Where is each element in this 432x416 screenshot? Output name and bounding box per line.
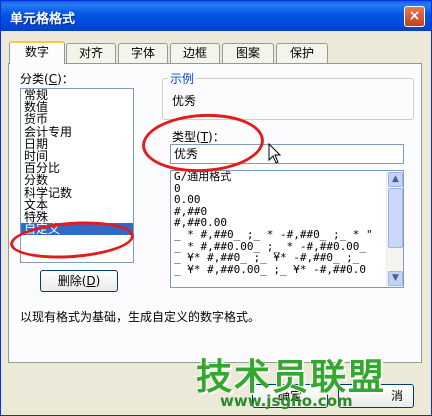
format-code-list[interactable]: G/通用格式 0 0.00 #,##0 #,##0.00 _ * #,##0_ … [170, 170, 404, 288]
tab-label: 字体 [130, 46, 155, 60]
list-item[interactable]: _ ¥* #,##0.00_ ;_ ¥* -#,##0.0 [171, 264, 403, 276]
tab-border[interactable]: 边框 [170, 43, 220, 63]
tab-label: 对齐 [78, 46, 103, 60]
watermark: 技术员联盟 www.jsgho.com [196, 348, 386, 410]
list-item[interactable]: _ * #,##0_ ;_ * -#,##0_ ;_ * " [171, 229, 403, 241]
list-item[interactable]: G/通用格式 [171, 171, 403, 183]
category-label: 分类(C)： [20, 72, 74, 86]
tab-protection[interactable]: 保护 [276, 43, 328, 63]
tab-label: 边框 [182, 46, 207, 60]
list-item[interactable]: _ ¥* #,##0_ ;_ ¥* -#,##0_ ;_ [171, 252, 403, 264]
tab-patterns[interactable]: 图案 [222, 43, 274, 63]
tab-label: 图案 [235, 46, 260, 60]
cancel-label: 消 [390, 389, 403, 403]
tab-number[interactable]: 数字 [9, 41, 65, 64]
scroll-thumb[interactable] [388, 188, 403, 248]
scroll-up-icon[interactable]: ▲ [388, 172, 403, 187]
tab-alignment[interactable]: 对齐 [66, 43, 116, 63]
title-bar[interactable]: 单元格格式 × [1, 1, 431, 31]
list-item[interactable]: 分数 [21, 174, 133, 186]
delete-button[interactable]: 删除(D) [40, 270, 118, 292]
scroll-down-icon[interactable]: ▼ [388, 271, 403, 286]
close-button[interactable]: × [404, 6, 425, 27]
sample-value: 优秀 [172, 94, 197, 108]
vertical-scrollbar[interactable]: ▲ ▼ [386, 171, 403, 287]
format-description: 以现有格式为基础，生成自定义的数字格式。 [20, 310, 261, 324]
tab-font[interactable]: 字体 [118, 43, 168, 63]
sample-title: 示例 [168, 70, 197, 87]
mouse-pointer-icon [268, 143, 282, 164]
list-item[interactable]: 货币 [21, 113, 133, 125]
list-item[interactable]: 0 [171, 183, 403, 195]
tab-label: 数字 [24, 45, 49, 59]
tab-label: 保护 [289, 46, 314, 60]
list-item[interactable]: 会计专用 [21, 125, 133, 138]
close-icon: × [408, 8, 421, 24]
dialog-title: 单元格格式 [10, 12, 76, 27]
watermark-url: www.jsgho.com [220, 392, 353, 410]
list-item[interactable]: 科学记数 [21, 186, 133, 199]
